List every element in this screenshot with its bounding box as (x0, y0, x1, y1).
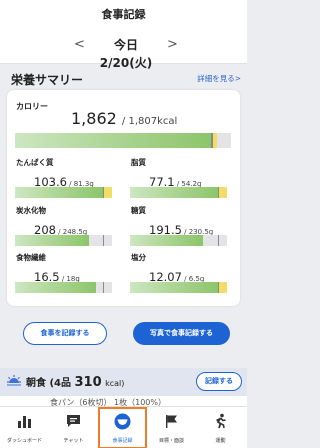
meal-item-text: 食パン（6枚切） 1枚（100%） (50, 398, 166, 406)
target-marker (103, 282, 105, 293)
breakfast-title: 朝食 (4品 310 kcal) (26, 374, 124, 390)
see-details-link[interactable]: 詳細を見る> (197, 73, 241, 84)
target-marker (103, 235, 105, 246)
target-marker (218, 282, 220, 293)
tab-exercise[interactable]: 運動 (196, 407, 245, 448)
meal-bowl-icon (114, 413, 131, 430)
target-marker (103, 187, 105, 198)
nutrient-progress-bar (15, 235, 112, 246)
tab-label: 食事記録 (112, 438, 133, 444)
nutrient-progress-bar (130, 282, 227, 293)
progress-fill (15, 187, 104, 198)
progress-fill (15, 235, 90, 246)
tab-label: チャット (63, 438, 84, 444)
breakfast-header: 朝食 (4品 310 kcal) 記録する (0, 368, 247, 396)
target-marker (218, 187, 220, 198)
breakfast-record-button[interactable]: 記録する (196, 372, 242, 391)
nutrient-progress-bar (130, 235, 227, 246)
meal-kcal-value: 310 (74, 375, 102, 390)
tab-label: 運動 (215, 438, 226, 444)
calorie-value: 1,862 / 1,807kcal (71, 109, 177, 128)
record-meal-button[interactable]: 食事を記録する (23, 322, 107, 345)
meal-name: 朝食 (26, 378, 46, 389)
tab-label: 目標・面談 (158, 438, 184, 444)
progress-excess (103, 187, 112, 198)
progress-fill (15, 133, 212, 148)
progress-excess (218, 282, 227, 293)
next-day-button[interactable]: > (167, 36, 178, 54)
tab-meal-record[interactable]: 食事記録 (98, 407, 147, 448)
tab-label: ダッシュボード (6, 438, 42, 444)
nutrient-label: 脂質 (131, 158, 146, 167)
calorie-intake: 1,862 (71, 109, 117, 128)
nutrient-label: 食物繊維 (16, 253, 46, 262)
nutrition-summary-header: 栄養サマリー 詳細を見る> (0, 68, 247, 88)
tab-chat[interactable]: チャット (49, 407, 98, 448)
photo-record-button[interactable]: 写真で食事記録する (133, 322, 230, 345)
progress-fill (15, 282, 97, 293)
bar-chart-icon (18, 416, 31, 428)
nutrient-progress-bar (15, 282, 112, 293)
top-app-bar: 食事記録 < 今日2/20(火) > (0, 0, 247, 70)
progress-excess (218, 187, 227, 198)
bottom-tab-bar: ダッシュボード チャット 食事記録 目標・面談 運動 (0, 406, 247, 448)
date-navigator: < 今日2/20(火) > (0, 36, 247, 70)
nutrient-label: たんぱく質 (16, 158, 54, 167)
running-icon (216, 413, 226, 429)
section-title: 栄養サマリー (11, 73, 84, 87)
target-marker (218, 235, 220, 246)
nutrient-progress-bar (130, 187, 227, 198)
meal-item-row[interactable]: 食パン（6枚切） 1枚（100%） (0, 396, 247, 406)
nutrient-label: 糖質 (131, 206, 146, 215)
previous-day-button[interactable]: < (74, 36, 85, 54)
nutrient-label: 炭水化物 (16, 206, 46, 215)
nutrient-label: 塩分 (131, 253, 146, 262)
nutrition-summary-card: カロリー 1,862 / 1,807kcal たんぱく質 103.6 / 81.3… (7, 90, 240, 306)
calorie-label: カロリー (16, 102, 48, 111)
progress-fill (130, 235, 204, 246)
sunrise-icon (7, 375, 21, 386)
flag-icon (166, 415, 177, 428)
page-title: 食事記録 (101, 8, 146, 21)
progress-fill (130, 187, 219, 198)
target-marker (211, 133, 213, 148)
calorie-target: 1,807kcal (128, 116, 178, 127)
tab-goals[interactable]: 目標・面談 (147, 407, 196, 448)
meal-kcal-unit: kcal) (105, 379, 125, 388)
nutrient-progress-bar (15, 187, 112, 198)
progress-fill (130, 282, 219, 293)
calorie-progress-bar (15, 133, 231, 148)
tab-dashboard[interactable]: ダッシュボード (0, 407, 49, 448)
chat-icon (67, 415, 80, 427)
meal-item-count: (4品 (49, 378, 72, 389)
current-date: 今日2/20(火) (99, 38, 153, 70)
